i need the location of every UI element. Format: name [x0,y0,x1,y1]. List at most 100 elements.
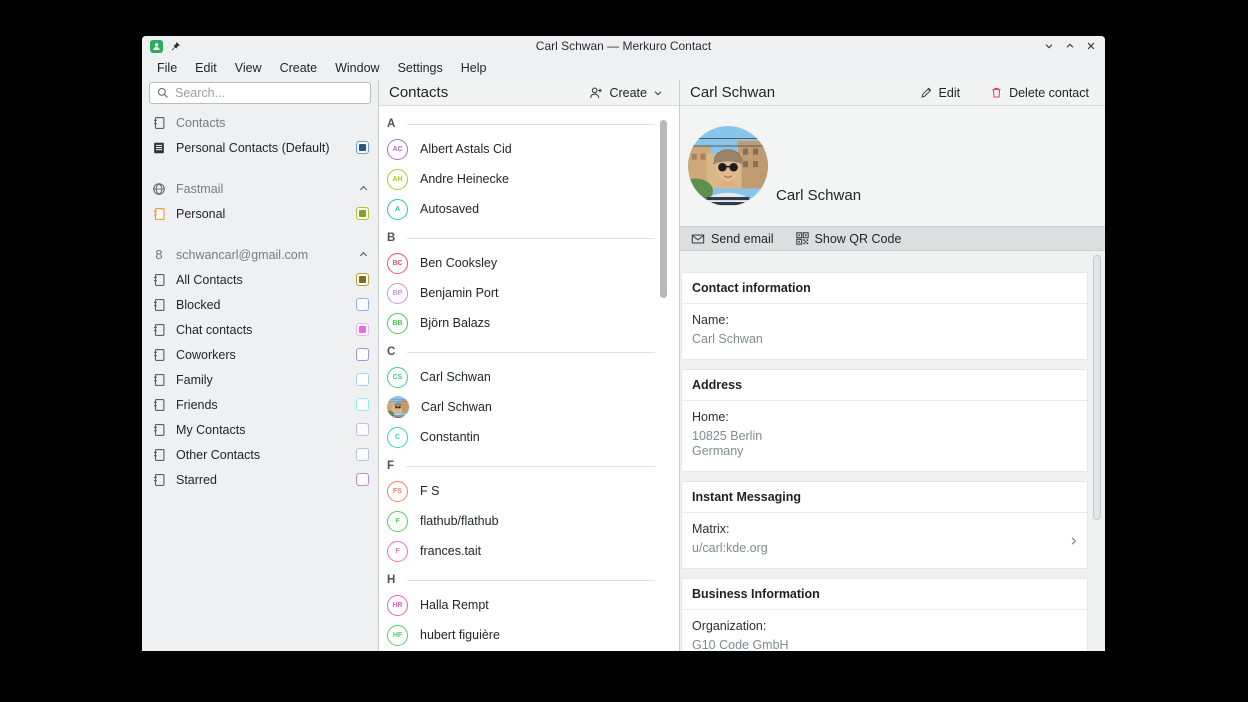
menu-create[interactable]: Create [273,59,325,77]
contact-details-content: Contact information Name: Carl Schwan Ad… [680,251,1105,651]
details-pane-title: Carl Schwan [690,84,776,101]
contact-list-item[interactable]: C Constantin [379,422,679,452]
collection-checkbox[interactable] [356,373,369,386]
sidebar-item-label: Blocked [176,297,221,312]
show-qr-code-button[interactable]: Show QR Code [795,232,901,246]
collection-checkbox[interactable] [356,398,369,411]
contact-list-item[interactable]: BB Björn Balazs [379,308,679,338]
sidebar-item-starred[interactable]: Starred [142,467,378,492]
collection-checkbox[interactable] [356,298,369,311]
maximize-icon[interactable] [1064,40,1076,52]
app-icon [150,39,163,53]
menu-window[interactable]: Window [328,59,386,77]
contact-name: Benjamin Port [420,286,499,300]
details-scrollbar[interactable] [1093,255,1101,520]
sidebar-item-personal[interactable]: Personal [142,201,378,226]
sidebar-item-other-contacts[interactable]: Other Contacts [142,442,378,467]
delete-contact-button[interactable]: Delete contact [984,83,1095,103]
contact-name: flathub/flathub [420,514,499,528]
sidebar-item-label: Starred [176,472,217,487]
window-title: Carl Schwan — Merkuro Contact [535,39,712,53]
card-title: Address [682,370,1087,401]
sidebar-item-friends[interactable]: Friends [142,392,378,417]
sidebar-item-my-contacts[interactable]: My Contacts [142,417,378,442]
app-window: Carl Schwan — Merkuro Contact File Edit … [142,36,1105,651]
sidebar-item-contacts[interactable]: Contacts [142,110,378,135]
collection-checkbox[interactable] [356,273,369,286]
sidebar-item-family[interactable]: Family [142,367,378,392]
address-book-icon [151,348,167,362]
sidebar-item-label: Family [176,372,213,387]
collection-checkbox[interactable] [356,448,369,461]
chevron-up-icon[interactable] [358,249,369,260]
contact-list-scrollbar[interactable] [660,120,667,298]
sidebar-item-all-contacts[interactable]: All Contacts [142,267,378,292]
sidebar-item-personal-contacts-default[interactable]: Personal Contacts (Default) [142,135,378,160]
contact-list-item[interactable]: CS Carl Schwan [379,362,679,392]
contact-action-bar: Send email Show QR Code [680,226,1105,251]
contact-photo [688,126,768,206]
contact-list-item[interactable]: AH Andre Heinecke [379,164,679,194]
contact-name: frances.tait [420,544,482,558]
close-icon[interactable] [1085,40,1097,52]
contact-name: hubert figuière [420,628,500,642]
field-value: 10825 Berlin [692,429,763,443]
sidebar-item-blocked[interactable]: Blocked [142,292,378,317]
contacts-pane: Contacts Create A AC Albert Astals Cid A… [379,80,680,651]
avatar: F [387,510,408,532]
contact-list-item[interactable]: F flathub/flathub [379,506,679,536]
contact-list: A AC Albert Astals Cid AH Andre Heinecke… [379,106,679,651]
contacts-stack-icon [151,141,167,155]
contact-photo-avatar [387,396,409,418]
titlebar: Carl Schwan — Merkuro Contact [142,36,1105,56]
qr-code-icon [795,232,809,245]
address-book-icon [151,473,167,487]
address-book-icon [151,373,167,387]
sidebar-group-fastmail[interactable]: Fastmail [142,176,378,201]
chevron-up-icon[interactable] [358,183,369,194]
collection-checkbox[interactable] [356,348,369,361]
menubar: File Edit View Create Window Settings He… [142,56,1105,80]
menu-settings[interactable]: Settings [391,59,450,77]
matrix-row[interactable]: Matrix: u/carl:kde.org [682,513,1087,568]
contacts-pane-title: Contacts [389,84,449,101]
contacts-pane-header: Contacts Create [379,80,679,106]
edit-button[interactable]: Edit [914,83,967,103]
menu-view[interactable]: View [228,59,269,77]
field-label: Organization: [692,619,767,633]
sidebar-group-gmail[interactable]: 8 schwancarl@gmail.com [142,242,378,267]
address-book-orange-icon [151,207,167,221]
collection-checkbox[interactable] [356,323,369,336]
minimize-icon[interactable] [1043,40,1055,52]
contact-list-item[interactable]: HR Halla Rempt [379,590,679,620]
avatar: HF [387,624,408,646]
collection-checkbox[interactable] [356,473,369,486]
avatar: A [387,198,408,220]
contact-list-item[interactable]: HF hubert figuière [379,620,679,650]
contact-list-item-selected[interactable]: Carl Schwan [379,392,679,422]
collection-checkbox[interactable] [356,207,369,220]
search-field[interactable] [149,82,371,104]
send-email-button[interactable]: Send email [691,232,774,246]
sidebar-item-label: Friends [176,397,218,412]
contact-list-item[interactable]: AC Albert Astals Cid [379,134,679,164]
card-business-information: Business Information Organization: G10 C… [681,578,1088,651]
collection-checkbox[interactable] [356,423,369,436]
sidebar-item-coworkers[interactable]: Coworkers [142,342,378,367]
avatar: CS [387,366,408,388]
contact-list-item[interactable]: BC Ben Cooksley [379,248,679,278]
menu-file[interactable]: File [150,59,184,77]
sidebar-item-chat-contacts[interactable]: Chat contacts [142,317,378,342]
search-input[interactable] [175,86,363,100]
contact-list-item[interactable]: BP Benjamin Port [379,278,679,308]
contact-list-item[interactable]: F frances.tait [379,536,679,566]
contact-list-item[interactable]: FS F S [379,476,679,506]
avatar: F [387,540,408,562]
collection-checkbox[interactable] [356,141,369,154]
menu-help[interactable]: Help [454,59,494,77]
create-button[interactable]: Create [583,83,669,103]
menu-edit[interactable]: Edit [188,59,224,77]
contact-list-item[interactable]: A Autosaved [379,194,679,224]
address-book-icon [151,116,167,130]
pin-icon[interactable] [170,41,181,52]
